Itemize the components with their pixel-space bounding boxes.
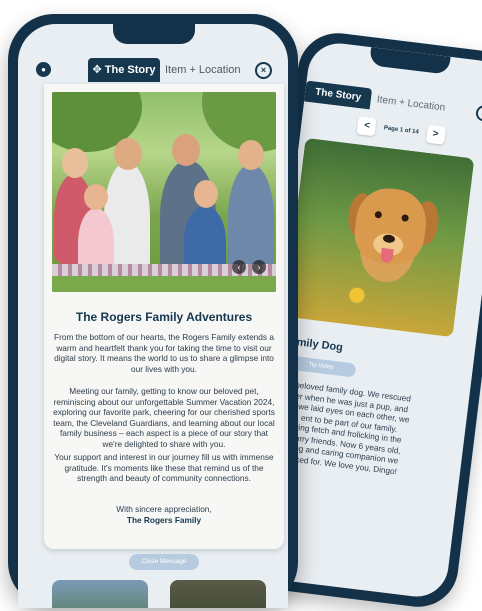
tab-item-location[interactable]: Item + Location	[165, 58, 245, 82]
tab-the-story-label: The Story	[104, 64, 156, 76]
story-paragraph-3: Your support and interest in our journey…	[54, 452, 274, 484]
person-head	[194, 180, 218, 208]
photo-prev-icon[interactable]: ‹	[232, 260, 246, 274]
signature-name: The Rogers Family	[126, 514, 202, 525]
person-head	[172, 134, 200, 166]
dog-story-title: mily Dog	[295, 336, 344, 354]
pager-next-button[interactable]: >	[425, 124, 446, 145]
story-sign-off: With sincere appreciation, The Rogers Fa…	[44, 504, 284, 525]
front-phone-notch	[113, 24, 195, 44]
dog-photo	[283, 137, 475, 338]
story-paragraph-1: From the bottom of our hearts, the Roger…	[54, 332, 274, 374]
person-head	[84, 184, 108, 210]
close-message-button[interactable]: Close Message	[129, 554, 199, 570]
compass-icon: ✥	[92, 64, 102, 76]
user-icon[interactable]: ●	[36, 62, 51, 77]
photo-next-icon[interactable]: ›	[252, 260, 266, 274]
tab-the-story[interactable]: ✥ The Story	[88, 58, 160, 82]
front-phone: ● ✥ The Story Item + Location × ‹ › The …	[8, 14, 298, 608]
back-phone-notch	[369, 47, 451, 75]
person-head	[114, 138, 142, 170]
thumbnail-image[interactable]	[170, 580, 266, 608]
close-icon[interactable]: ×	[255, 62, 272, 79]
person-head	[238, 140, 264, 170]
back-tab-the-story[interactable]: The Story	[304, 80, 373, 109]
sign-off-text: With sincere appreciation,	[116, 504, 212, 514]
tree-foliage	[202, 92, 276, 152]
grass	[52, 276, 276, 292]
story-title: The Rogers Family Adventures	[75, 310, 253, 324]
story-card: ‹ › The Rogers Family Adventures From th…	[44, 84, 284, 549]
pager-label: Page 1 of 14	[383, 125, 420, 136]
family-photo: ‹ ›	[52, 92, 276, 292]
front-tabbar: ● ✥ The Story Item + Location ×	[18, 58, 288, 82]
story-paragraph-2: Meeting our family, getting to know our …	[53, 386, 275, 449]
front-phone-screen: ● ✥ The Story Item + Location × ‹ › The …	[18, 24, 288, 608]
pager-prev-button[interactable]: <	[356, 116, 378, 137]
back-tab-item-location[interactable]: Item + Location	[370, 88, 453, 119]
person-grandfather	[228, 164, 274, 272]
thumbnail-image[interactable]	[52, 580, 148, 608]
person-head	[62, 148, 88, 178]
